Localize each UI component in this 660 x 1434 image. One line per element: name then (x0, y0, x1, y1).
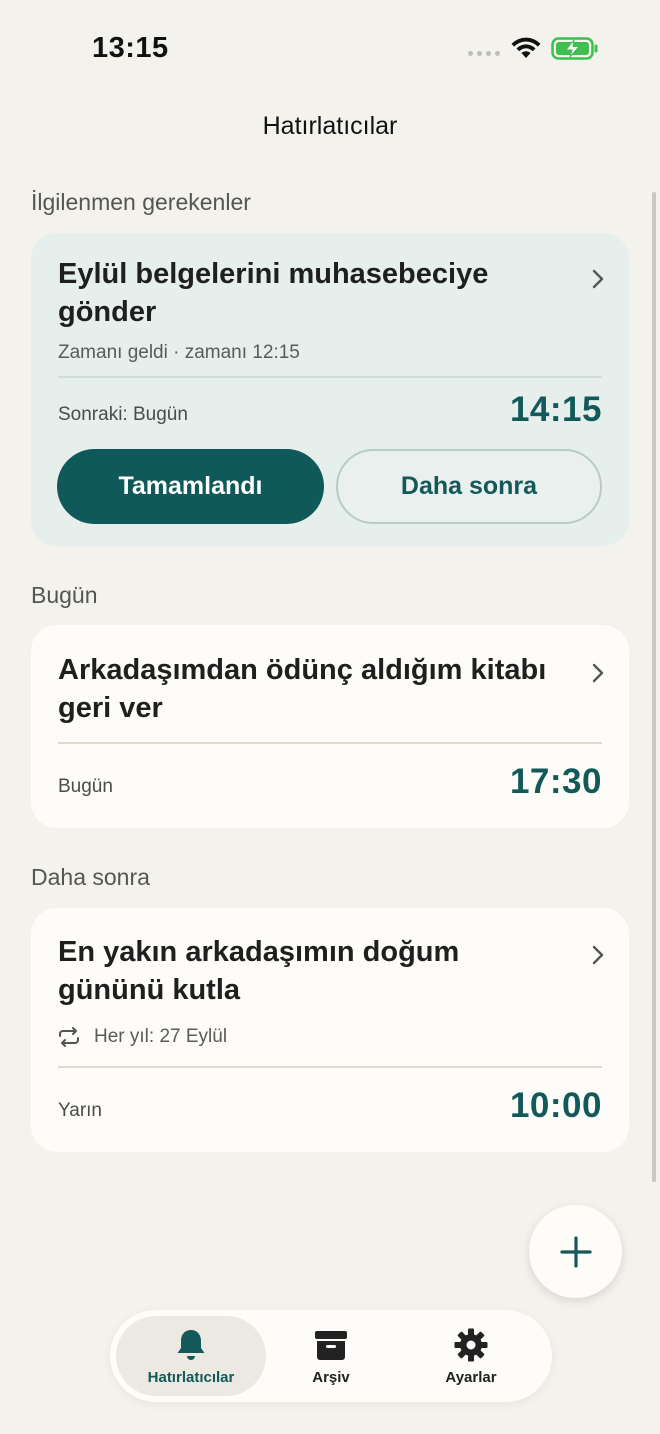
chevron-right-icon (592, 945, 604, 965)
battery-charging-icon (551, 37, 598, 60)
chevron-right-icon (592, 663, 604, 683)
scrollbar[interactable] (652, 192, 656, 1182)
section-label-today: Bugün (31, 582, 98, 608)
add-reminder-button[interactable] (529, 1205, 622, 1298)
page-title: Hatırlatıcılar (262, 112, 398, 140)
divider (58, 1066, 602, 1068)
reminder-title: Eylül belgelerini muhasebeciye gönder (58, 258, 489, 328)
reminder-time: 10:00 (509, 1086, 602, 1125)
repeat-label: Her yıl: 27 Eylül (94, 1026, 228, 1047)
gear-icon (454, 1328, 488, 1361)
reminder-day: Bugün (58, 776, 113, 797)
snooze-button[interactable]: Daha sonra (336, 449, 602, 524)
reminder-title: En yakın arkadaşımın doğum gününü kutla (58, 936, 460, 1006)
tab-reminders[interactable]: Hatırlatıcılar (116, 1316, 266, 1396)
repeat-icon (59, 1027, 79, 1047)
reminder-card-due[interactable]: Eylül belgelerini muhasebeciye gönder Za… (31, 233, 629, 546)
reminder-time: 14:15 (509, 390, 602, 429)
plus-icon (559, 1235, 592, 1268)
cellular-signal-icon (468, 51, 500, 56)
wifi-icon (511, 37, 541, 58)
divider (58, 742, 602, 744)
tab-label: Hatırlatıcılar (147, 1368, 235, 1386)
archive-icon (315, 1330, 347, 1360)
tab-archive[interactable]: Arşiv (256, 1316, 406, 1396)
tab-settings[interactable]: Ayarlar (396, 1316, 546, 1396)
tab-bar: Hatırlatıcılar Arşiv Ayarlar (110, 1310, 552, 1402)
reminder-title: Arkadaşımdan ödünç aldığım kitabı geri v… (58, 654, 547, 724)
bell-icon (177, 1329, 205, 1360)
tab-label: Arşiv (312, 1368, 350, 1386)
status-bar: 13:15 (0, 0, 660, 96)
divider (58, 376, 602, 378)
reminder-due-status: Zamanı geldi · zamanı 12:15 (58, 342, 300, 363)
reminder-time: 17:30 (509, 762, 602, 801)
reminder-card-later[interactable]: En yakın arkadaşımın doğum gününü kutla … (31, 908, 629, 1152)
section-label-later: Daha sonra (31, 864, 150, 890)
status-time: 13:15 (92, 32, 169, 64)
chevron-right-icon (592, 269, 604, 289)
reminder-day: Yarın (58, 1100, 103, 1121)
reminder-card-today[interactable]: Arkadaşımdan ödünç aldığım kitabı geri v… (31, 625, 629, 828)
repeat-info: Her yıl: 27 Eylül (58, 1026, 227, 1048)
done-button[interactable]: Tamamlandı (57, 449, 324, 524)
reminder-next-label: Sonraki: Bugün (58, 404, 188, 425)
tab-label: Ayarlar (445, 1368, 497, 1386)
section-label-attention: İlgilenmen gerekenler (31, 189, 251, 215)
